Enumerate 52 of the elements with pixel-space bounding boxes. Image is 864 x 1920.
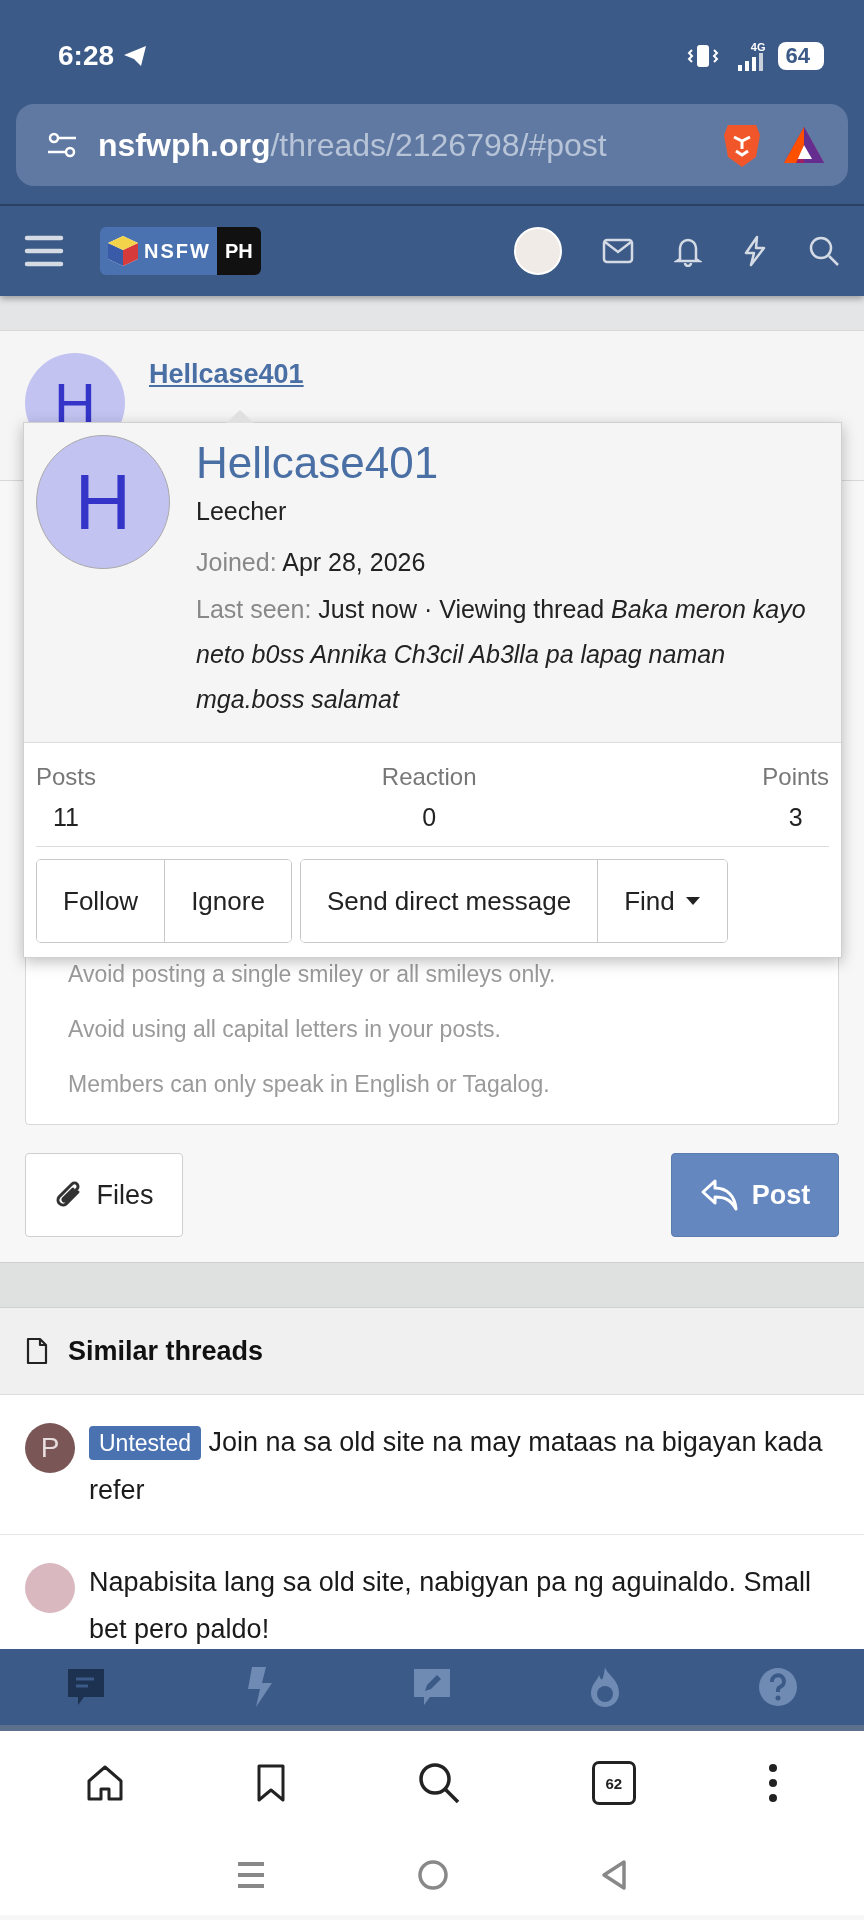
search-icon[interactable]: [417, 1761, 461, 1805]
field-label: Joined:: [196, 548, 277, 576]
menu-icon[interactable]: [24, 234, 64, 268]
tab-count-button[interactable]: 62: [591, 1761, 636, 1805]
stat-label: Points: [762, 763, 829, 791]
last-seen-text: Last seen: Just now · Viewing thread Baka meron kayo neto b0ss Annika Ch3cil Ab3lla pa lapag naman mga.boss salamat: [196, 594, 807, 715]
user-avatar[interactable]: [514, 227, 562, 275]
stat-value: 3: [788, 803, 803, 832]
home-circle-icon[interactable]: [417, 1859, 449, 1891]
mail-icon[interactable]: [602, 238, 634, 264]
rule-text: Avoid posting a single smiley or all smileys only.: [68, 961, 557, 988]
logo-text: PH: [216, 227, 261, 275]
bolt-icon[interactable]: [742, 235, 768, 267]
battery-indicator: 64: [777, 42, 824, 70]
recent-apps-icon[interactable]: [235, 1861, 266, 1889]
rule-text: Avoid using all capital letters in your posts.: [68, 1016, 502, 1043]
site-logo[interactable]: NSFW PH: [100, 227, 261, 275]
find-menu-button[interactable]: Find: [597, 860, 727, 942]
prefix-label: Untested: [89, 1426, 202, 1460]
home-icon[interactable]: [85, 1763, 126, 1803]
url-text: nsfwph.org/threads/2126798/#post: [98, 126, 608, 164]
document-icon: [26, 1337, 48, 1365]
bookmark-icon[interactable]: [256, 1763, 287, 1803]
vibrate-icon: [685, 43, 720, 69]
author-link[interactable]: Hellcase401: [149, 359, 304, 391]
post-button[interactable]: Post: [671, 1153, 839, 1237]
thread-link[interactable]: Napabisita lang sa old site, nabigyan pa ng aguinaldo. Small bet pero paldo!: [89, 1559, 840, 1649]
status-time: 6:28: [58, 40, 115, 72]
more-icon[interactable]: [766, 1763, 779, 1803]
triangle-icon[interactable]: [782, 125, 826, 165]
caret-icon: [684, 896, 701, 906]
files-button[interactable]: Files: [25, 1153, 183, 1237]
stat-label: Posts: [36, 763, 97, 791]
rule-text: Members can only speak in English or Tagalog.: [68, 1071, 551, 1098]
user-avatar[interactable]: H: [36, 435, 170, 569]
address-bar[interactable]: nsfwph.org/threads/2126798/#post: [16, 104, 848, 186]
action-button[interactable]: Ignore: [164, 860, 291, 942]
user-avatar[interactable]: P: [25, 1423, 75, 1473]
reply-arrow-icon: [699, 1178, 740, 1212]
stat-label: Reaction: [381, 763, 477, 791]
network-type: 4G: [750, 41, 766, 53]
joined-date: Apr 28, 2026: [282, 548, 426, 576]
thread-link[interactable]: Untested Join na sa old site na may mataas na bigayan kada refer: [89, 1419, 840, 1514]
user-title: Leecher: [196, 497, 288, 526]
stat-value: 11: [53, 803, 79, 832]
back-icon[interactable]: [600, 1859, 629, 1891]
cube-icon: [106, 234, 140, 268]
stat-value: 0: [422, 803, 437, 832]
section-title: Similar threads: [68, 1335, 264, 1367]
logo-text: NSFW: [143, 239, 212, 263]
username-link[interactable]: Hellcase401: [196, 435, 821, 491]
paper-plane-icon: [122, 44, 149, 68]
